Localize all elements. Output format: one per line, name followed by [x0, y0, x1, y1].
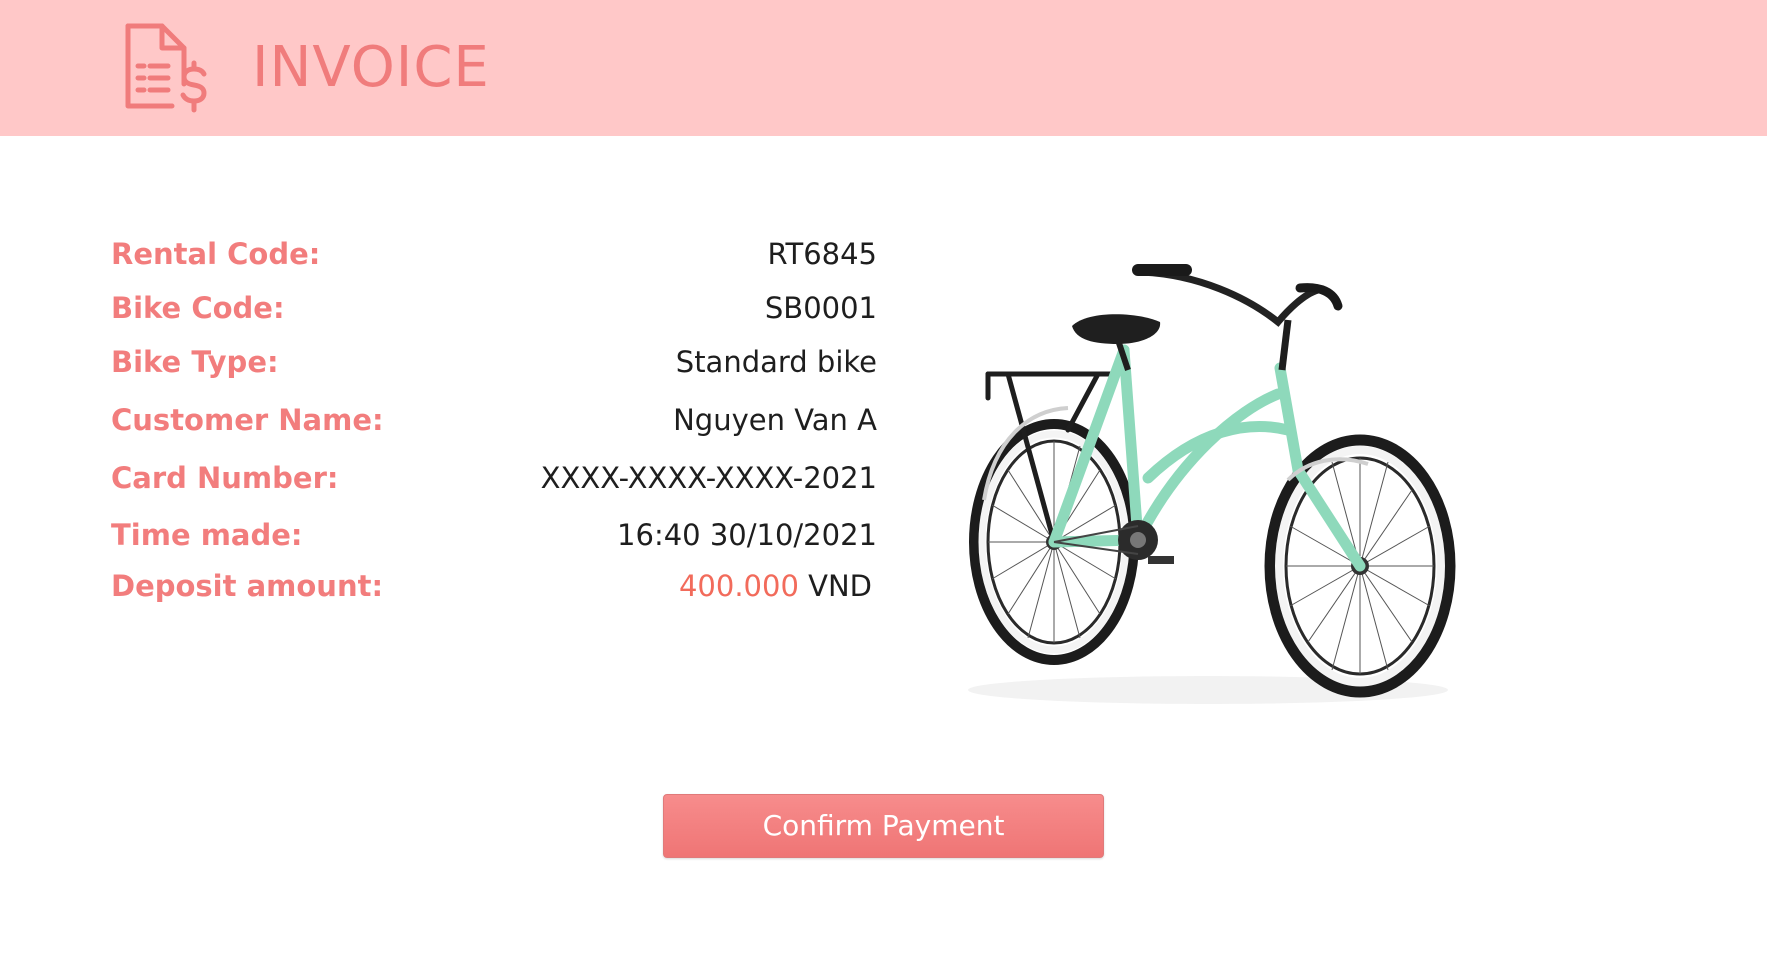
page-title: INVOICE [252, 35, 490, 100]
deposit-amount-value: 400.000 VND [679, 568, 872, 604]
bike-photo [968, 264, 1456, 704]
rental-code-label: Rental Code: [111, 237, 321, 271]
card-number-value: XXXX-XXXX-XXXX-2021 [540, 461, 877, 495]
confirm-payment-button[interactable]: Confirm Payment [663, 794, 1104, 858]
header-bar: INVOICE [0, 0, 1767, 136]
time-made-value: 16:40 30/10/2021 [617, 518, 877, 552]
bike-type-value: Standard bike [675, 345, 877, 379]
time-made-label: Time made: [111, 518, 303, 552]
rental-code-value: RT6845 [767, 237, 877, 271]
bike-code-value: SB0001 [764, 291, 877, 325]
deposit-amount-number: 400.000 [678, 569, 799, 603]
card-number-label: Card Number: [111, 461, 339, 495]
customer-name-label: Customer Name: [111, 403, 384, 437]
invoice-dollar-icon [125, 23, 207, 113]
bike-type-label: Bike Type: [111, 345, 279, 379]
deposit-amount-label: Deposit amount: [111, 569, 384, 603]
customer-name-value: Nguyen Van A [673, 403, 877, 437]
bike-code-label: Bike Code: [111, 291, 285, 325]
deposit-currency: VND [808, 569, 872, 603]
